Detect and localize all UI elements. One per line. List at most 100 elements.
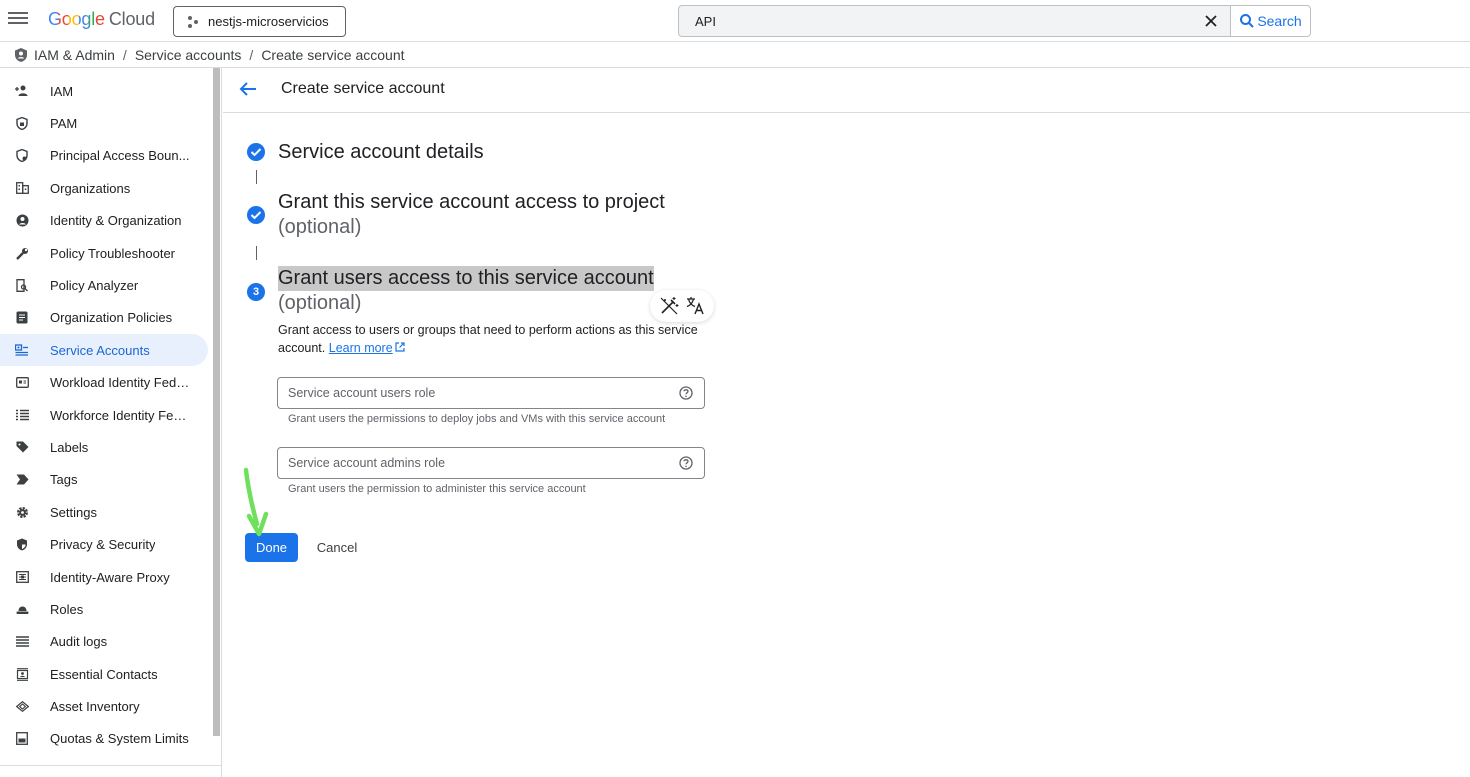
sidebar-item-service-accounts[interactable]: Service Accounts (0, 334, 208, 366)
sidebar-item-label: Organizations (50, 180, 131, 196)
sidebar-item-label: Quotas & System Limits (50, 730, 189, 746)
sidebar-item-iam[interactable]: IAM (0, 75, 208, 107)
step-2-subtitle: (optional) (278, 216, 362, 238)
diamond-icon (15, 699, 29, 713)
sidebar-item-label: Settings (50, 504, 97, 520)
users-role-field[interactable]: Service account users role (277, 377, 705, 409)
breadcrumb-iam-admin[interactable]: IAM & Admin (34, 47, 115, 63)
sidebar-item-identity-aware-proxy[interactable]: Identity-Aware Proxy (0, 561, 208, 593)
label-icon (15, 440, 29, 454)
gear-icon (15, 505, 29, 519)
magic-wand-icon[interactable] (659, 296, 679, 316)
sidebar-item-label: Identity-Aware Proxy (50, 569, 170, 585)
sidebar-item-label: Organization Policies (50, 309, 173, 325)
tag-arrow-icon (15, 472, 29, 486)
sidebar-scrollbar[interactable] (213, 68, 220, 736)
breadcrumb-create-service-account: Create service account (261, 46, 405, 63)
step-2-title[interactable]: Grant this service account access to pro… (278, 190, 665, 215)
proxy-icon (15, 570, 29, 584)
back-arrow-icon[interactable] (239, 81, 257, 97)
page-title: Create service account (281, 80, 445, 97)
learn-more-link[interactable]: Learn more (329, 341, 405, 355)
contacts-icon (15, 667, 29, 681)
sidebar-item-label: Audit logs (50, 633, 108, 649)
users-role-hint: Grant users the permissions to deploy jo… (288, 413, 666, 425)
sidebar-item-label: Workload Identity Fede... (50, 374, 190, 390)
search-value: API (695, 13, 716, 29)
step-3-title: Grant users access to this service accou… (278, 266, 654, 291)
sidebar-item-privacy-security[interactable]: Privacy & Security (0, 528, 208, 560)
sidebar-item-label: Principal Access Boun... (50, 147, 190, 163)
project-name: nestjs-microservicios (208, 14, 329, 29)
step-1-check-icon (247, 143, 265, 161)
sidebar-item-principal-access-boundary[interactable]: Principal Access Boun... (0, 139, 208, 171)
project-picker-button[interactable]: nestjs-microservicios (173, 6, 346, 37)
service-account-icon (15, 343, 29, 357)
breadcrumb-separator: / (249, 46, 254, 63)
sidebar-item-audit-logs[interactable]: Audit logs (0, 625, 208, 657)
sidebar-item-label: Identity & Organization (50, 212, 182, 228)
users-role-placeholder: Service account users role (288, 386, 436, 400)
search-icon (1240, 14, 1255, 28)
list-alt-icon (15, 310, 29, 324)
sidebar-item-label: Policy Analyzer (50, 277, 139, 293)
step-3-number-badge: 3 (247, 283, 265, 301)
sidebar-item-label: Tags (50, 471, 78, 487)
step-3-description: Grant access to users or groups that nee… (278, 321, 708, 357)
step-3-subtitle: (optional) (278, 292, 362, 314)
help-icon[interactable] (679, 386, 693, 400)
step-connector (256, 170, 257, 184)
sidebar-item-label: Asset Inventory (50, 698, 140, 714)
sidebar-item-label: Privacy & Security (50, 536, 156, 552)
breadcrumb-separator: / (122, 46, 127, 63)
step-connector (256, 246, 257, 260)
id-card-icon (15, 375, 29, 389)
sidebar-item-quotas-system-limits[interactable]: Quotas & System Limits (0, 722, 208, 754)
sidebar-item-label: Service Accounts (50, 342, 150, 358)
sidebar-item-tags[interactable]: Tags (0, 463, 208, 495)
sidebar-item-organizations[interactable]: Organizations (0, 172, 208, 204)
selection-toolbar (650, 290, 714, 322)
breadcrumb-service-accounts[interactable]: Service accounts (135, 47, 242, 63)
quota-icon (15, 731, 29, 745)
sidebar-item-asset-inventory[interactable]: Asset Inventory (0, 690, 208, 722)
document-search-icon (15, 278, 29, 292)
sidebar-item-roles[interactable]: Roles (0, 593, 208, 625)
sidebar-item-labels[interactable]: Labels (0, 431, 208, 463)
sidebar-item-organization-policies[interactable]: Organization Policies (0, 301, 208, 333)
step-1-title[interactable]: Service account details (278, 140, 484, 165)
sidebar-item-identity-organization[interactable]: Identity & Organization (0, 204, 208, 236)
account-circle-icon (15, 213, 29, 227)
sidebar-item-policy-analyzer[interactable]: Policy Analyzer (0, 269, 208, 301)
admins-role-hint: Grant users the permission to administer… (288, 483, 586, 495)
google-cloud-logo[interactable]: Google Cloud (48, 9, 155, 30)
sidebar-item-label: PAM (50, 115, 78, 131)
sidebar-item-policy-troubleshooter[interactable]: Policy Troubleshooter (0, 237, 208, 269)
top-bar: Google Cloud nestjs-microservicios API Se… (0, 0, 1470, 42)
sidebar-divider (0, 765, 222, 766)
admins-role-placeholder: Service account admins role (288, 456, 446, 470)
help-icon[interactable] (679, 456, 693, 470)
sidebar-item-label: IAM (50, 83, 74, 99)
external-link-icon (395, 342, 405, 352)
sidebar: IAM PAM Principal Access Boun... Organiz… (0, 68, 222, 777)
admins-role-field[interactable]: Service account admins role (277, 447, 705, 479)
sidebar-item-workload-identity-federation[interactable]: Workload Identity Fede... (0, 366, 208, 398)
sidebar-item-settings[interactable]: Settings (0, 496, 208, 528)
sidebar-item-pam[interactable]: PAM (0, 107, 208, 139)
search-button[interactable]: Search (1231, 5, 1311, 37)
close-icon[interactable] (1204, 14, 1218, 28)
cancel-button[interactable]: Cancel (308, 533, 366, 562)
search-input[interactable]: API (678, 5, 1231, 37)
project-icon (188, 15, 198, 28)
sidebar-item-essential-contacts[interactable]: Essential Contacts (0, 658, 208, 690)
list-icon (15, 408, 29, 422)
breadcrumb: IAM & Admin / Service accounts / Create … (0, 42, 1470, 68)
sidebar-item-label: Essential Contacts (50, 666, 158, 682)
sidebar-item-workforce-identity-federation[interactable]: Workforce Identity Fed... (0, 399, 208, 431)
building-icon (15, 181, 29, 195)
security-shield-icon (15, 537, 29, 551)
menu-icon[interactable] (8, 9, 28, 29)
sidebar-item-label: Roles (50, 601, 84, 617)
translate-icon[interactable] (685, 296, 705, 316)
